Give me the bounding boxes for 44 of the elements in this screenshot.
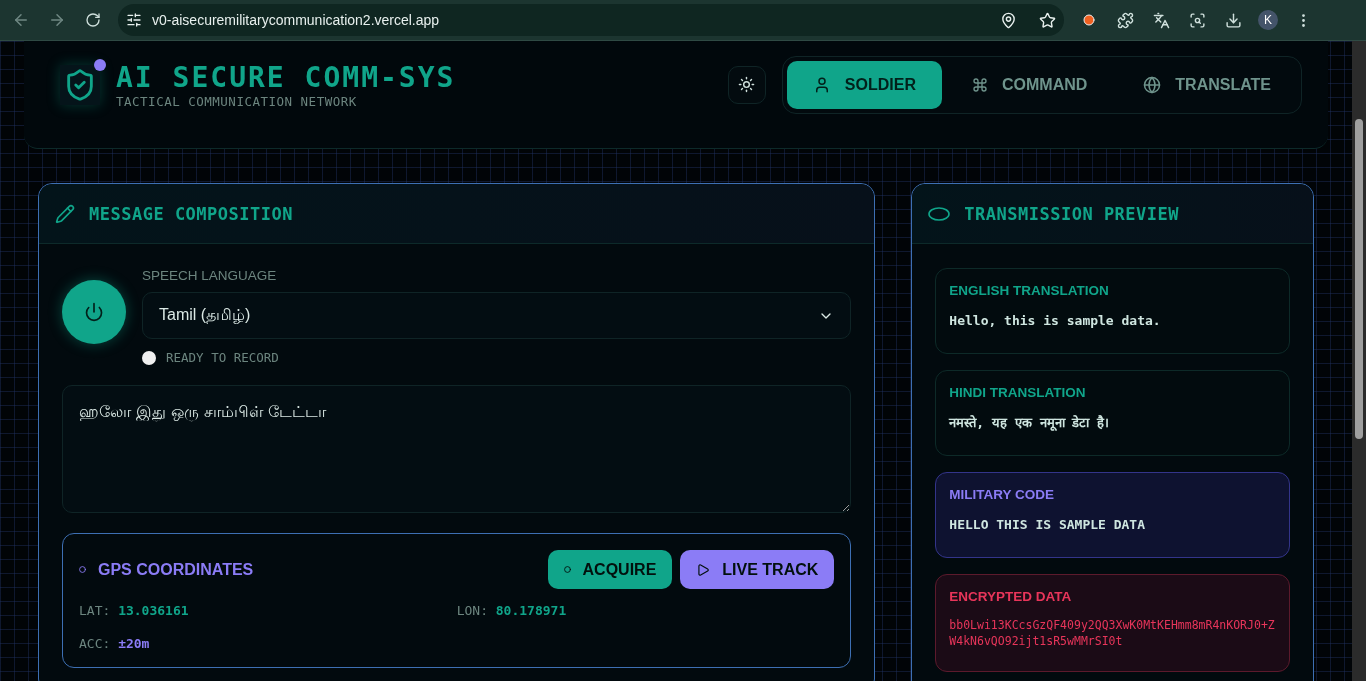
bookmark-star-icon[interactable] [1039,11,1056,29]
role-tab[interactable]: TRANSLATE [1117,60,1297,109]
gps-reading: ACC: ±20m [79,636,151,651]
card-label: MILITARY CODE [949,487,1056,502]
dot-icon [79,566,86,573]
scrollbar[interactable] [1352,41,1366,681]
globe-icon [1143,75,1162,94]
app-subtitle: TACTICAL COMMUNICATION NETWORK [116,93,358,109]
site-settings-icon[interactable] [126,12,142,28]
gps-reading: LON: 80.178971 [456,603,568,618]
gps-action-button[interactable]: LIVE TRACK [680,550,835,589]
record-status: READY TO RECORD [166,350,279,365]
play-icon [696,562,711,577]
card-text: नमस्ते, यह एक नमूना डेटा है। [949,414,1111,432]
gps-action-button[interactable]: ACQUIRE [547,550,673,589]
panel-title: MESSAGE COMPOSITION [89,203,293,224]
gps-title: GPS COORDINATES [98,560,254,579]
status-badge [94,58,106,71]
card-label: ENGLISH TRANSLATION [949,283,1110,298]
dot-icon [563,566,571,573]
command-icon [971,76,988,93]
role-tab[interactable]: SOLDIER [786,60,942,109]
sun-icon [738,76,756,93]
card-label: HINDI TRANSLATION [949,385,1087,400]
card-text: Hello, this is sample data. [949,312,1162,330]
card-label: ENCRYPTED DATA [949,589,1073,604]
theme-toggle-button[interactable] [727,65,766,104]
field-label: SPEECH LANGUAGE [142,268,278,283]
profile-avatar[interactable]: K [1258,10,1278,30]
location-icon[interactable] [1000,11,1017,29]
role-tab[interactable]: COMMAND [945,60,1114,109]
shield-logo-icon [60,64,100,105]
panel-title: TRANSMISSION PREVIEW [964,203,1180,224]
card-text: HELLO THIS IS SAMPLE DATA [949,516,1146,534]
gps-reading: LAT: 13.036161 [79,603,190,618]
pencil-icon [55,203,75,224]
language-select[interactable]: Tamil (தமிழ்) [142,292,852,339]
card-text: bb0Lwi13KCcsGzQF409y2QQ3XwK0MtKEHmm8mR4nKORJ0+ZW4kN6vQO92ijt1sR5wMMrSI0t [949,618,1276,650]
app-title: AI SECURE COMM-SYS [116,60,456,94]
message-field[interactable]: ஹலோ இது ஒரு சாம்பிள் டேட்டா [62,385,852,513]
record-button[interactable] [62,280,126,344]
address-bar[interactable]: v0-aisecuremilitarycommunication2.vercel.app [118,4,1064,36]
power-icon [84,302,104,322]
ellipse-icon [928,206,951,221]
